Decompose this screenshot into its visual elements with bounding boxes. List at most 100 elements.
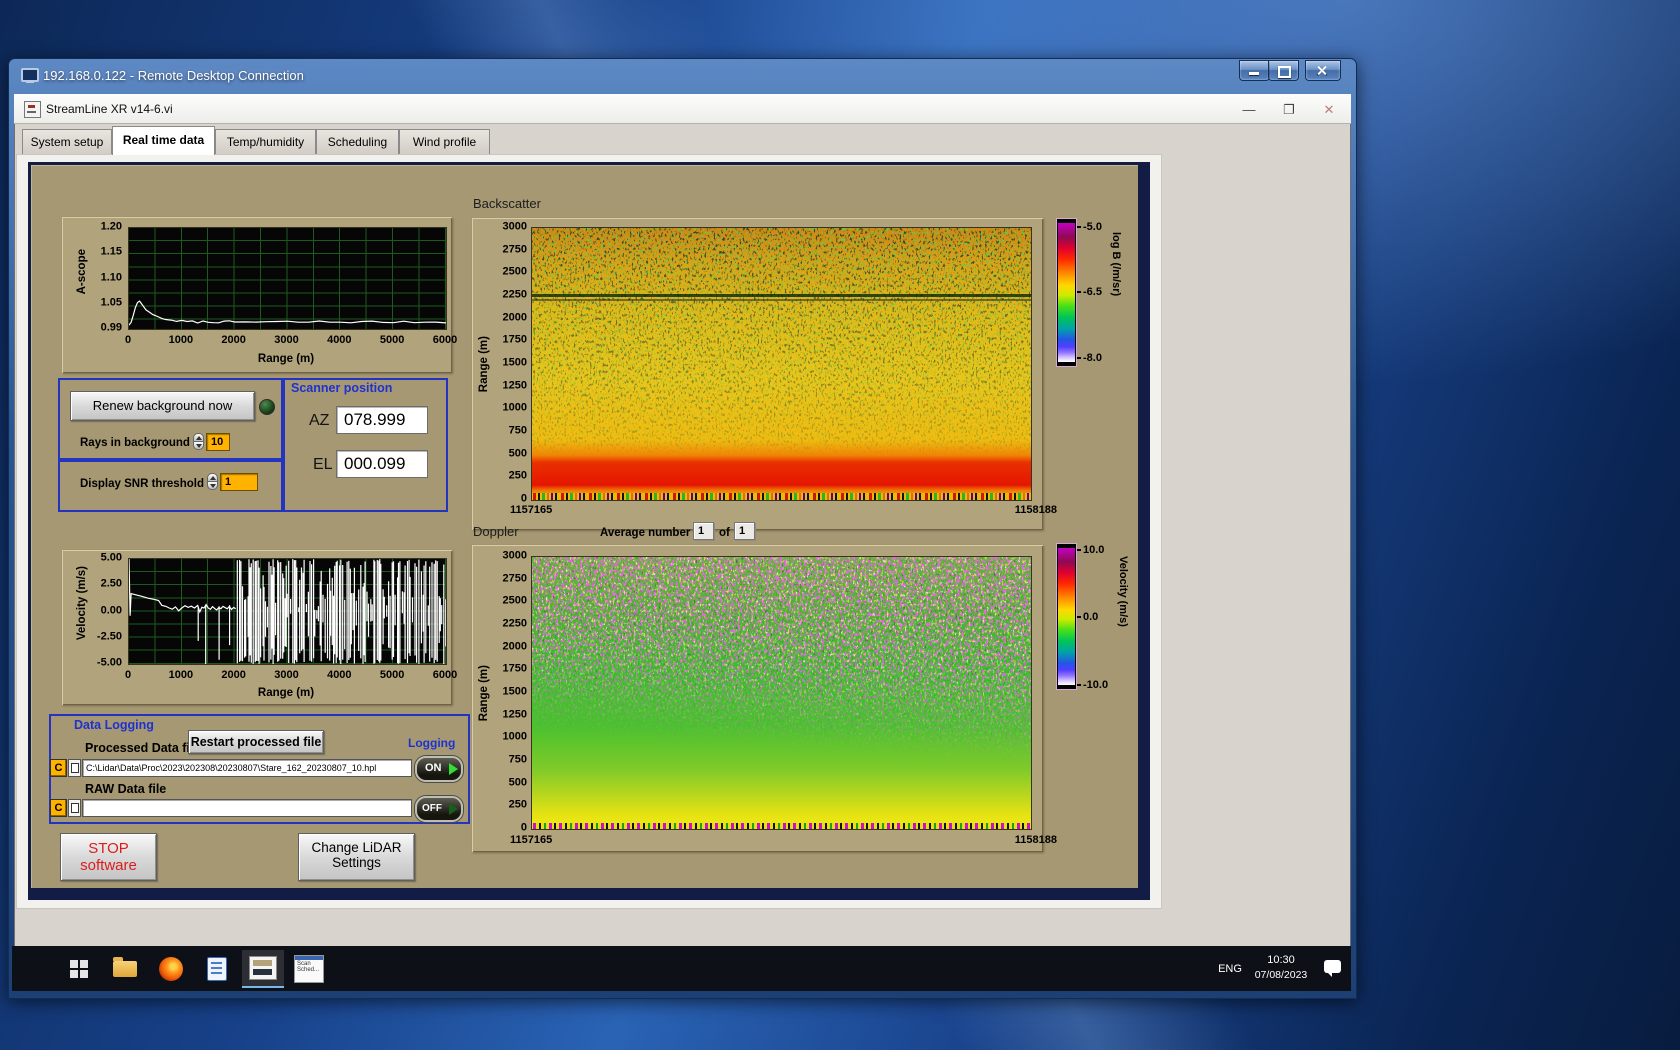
velocity-xtick-label: 3000: [274, 669, 299, 681]
data-logging-title: Data Logging: [74, 718, 154, 732]
backscatter-heatmap-image: [532, 228, 1031, 500]
Velocity-trace: [129, 559, 446, 664]
backscatter-ytick-label: 2000: [502, 311, 527, 324]
ascope-ytick-label: 0.99: [100, 321, 122, 334]
tab-real-time-data[interactable]: Real time data: [112, 126, 215, 155]
backscatter-ytick-label: 250: [508, 469, 527, 482]
doppler-colorbar: [1056, 543, 1077, 690]
raw-logging-toggle[interactable]: OFF: [415, 796, 463, 822]
backscatter-ytick-label: 1750: [502, 333, 527, 346]
vi-restore-button[interactable]: ❐: [1276, 102, 1302, 118]
backscatter-ytick-label: 0: [520, 492, 527, 505]
rays-value-field[interactable]: 10: [206, 433, 230, 451]
processed-drive-selector[interactable]: C: [50, 759, 67, 777]
desktop: 192.168.0.122 - Remote Desktop Connectio…: [0, 0, 1680, 1050]
ascope-xtick-label: 3000: [274, 334, 299, 346]
notepad-button[interactable]: [196, 950, 238, 988]
backscatter-cb-min-label: -8.0: [1083, 352, 1102, 364]
doppler-ytick-label: 3000: [502, 549, 527, 562]
doppler-ytick-label: 500: [508, 776, 527, 789]
doppler-ytick-label: 1000: [502, 730, 527, 743]
start-button[interactable]: [58, 950, 100, 988]
ascope-plot-area: [128, 227, 447, 330]
average-number-label: Average number: [600, 527, 691, 539]
velocity-xtick-label: 4000: [327, 669, 352, 681]
renew-background-button[interactable]: Renew background now: [70, 391, 255, 421]
doppler-ytick-label: 2750: [502, 572, 527, 585]
tab-system-setup[interactable]: System setup: [22, 129, 112, 155]
change-line2: Settings: [332, 855, 381, 870]
scan-scheduler-button[interactable]: Scan Sched...: [288, 950, 330, 988]
doppler-ytick-label: 250: [508, 798, 527, 811]
rdp-maximize-button[interactable]: [1268, 60, 1299, 81]
average-current-field[interactable]: 1: [693, 522, 714, 540]
clock[interactable]: 10:30 07/08/2023: [1248, 953, 1314, 983]
doppler-x-end-label: 1158188: [1014, 834, 1057, 846]
ascope-ytick-label: 1.10: [100, 271, 122, 283]
colorbar-tick: [1077, 684, 1081, 686]
tab-wind-profile[interactable]: Wind profile: [399, 129, 490, 155]
backscatter-cb-mid-label: -6.5: [1083, 286, 1102, 298]
raw-browse-icon[interactable]: [68, 799, 81, 817]
restart-processed-file-button[interactable]: Restart processed file: [188, 730, 324, 754]
az-value-indicator: 078.999: [336, 406, 428, 434]
backscatter-ytick-label: 1500: [502, 356, 527, 369]
rays-in-background-label: Rays in background: [80, 437, 190, 449]
raw-drive-selector[interactable]: C: [50, 799, 67, 817]
streamline-app-button[interactable]: [242, 950, 284, 988]
velocity-xtick-label: 2000: [221, 669, 246, 681]
backscatter-cb-title: log B (/m/sr): [1110, 232, 1122, 297]
logging-label: Logging: [408, 736, 456, 750]
vi-close-button[interactable]: ✕: [1316, 102, 1342, 118]
az-label: AZ: [309, 412, 330, 429]
rdp-close-button[interactable]: [1305, 60, 1341, 81]
backscatter-ytick-label: 2750: [502, 243, 527, 256]
language-indicator[interactable]: ENG: [1210, 946, 1250, 991]
vi-minimize-button[interactable]: —: [1236, 102, 1262, 117]
firefox-button[interactable]: [150, 950, 192, 988]
ascope-xtick-label: 2000: [221, 334, 246, 346]
ascope-xtick-label: 1000: [168, 334, 194, 346]
ascope-ytick-label: 1.15: [100, 245, 122, 258]
snr-threshold-label: Display SNR threshold: [80, 478, 204, 490]
tab-temp-humidity[interactable]: Temp/humidity: [215, 129, 316, 155]
tab-scheduling[interactable]: Scheduling: [316, 129, 399, 155]
rays-spinner[interactable]: [193, 433, 204, 451]
backscatter-ytick-label: 2250: [502, 288, 527, 301]
velocity-xtick-label: 6000: [432, 669, 458, 681]
doppler-ytick-label: 2250: [502, 617, 527, 630]
processed-path-field[interactable]: C:\Lidar\Data\Proc\2023\202308\20230807\…: [82, 759, 412, 777]
decrement-icon[interactable]: [207, 481, 218, 490]
scanner-position-title: Scanner position: [291, 381, 393, 395]
raw-path-field[interactable]: [82, 799, 412, 817]
processed-browse-icon[interactable]: [68, 759, 81, 777]
rdp-minimize-button[interactable]: [1239, 60, 1270, 81]
off-label: OFF: [422, 803, 442, 814]
ascope-xtick-label: 6000: [432, 334, 458, 346]
decrement-icon[interactable]: [193, 441, 204, 450]
minimize-icon: [1249, 72, 1259, 75]
firefox-icon: [159, 957, 183, 981]
streamline-app-icon: [249, 956, 277, 980]
rdp-window-title: 192.168.0.122 - Remote Desktop Connectio…: [43, 68, 304, 83]
doppler-ytick-label: 750: [508, 753, 527, 766]
velocity-ytick-label: 0.00: [100, 604, 122, 616]
velocity-ytick-label: 2.50: [100, 577, 122, 590]
backscatter-x-end-label: 1158188: [1014, 504, 1057, 516]
stop-software-button[interactable]: STOP software: [60, 833, 157, 881]
backscatter-x-start-label: 1157165: [510, 504, 553, 516]
processed-logging-toggle[interactable]: ON: [415, 756, 463, 782]
snr-value-field[interactable]: 1: [220, 473, 258, 491]
file-explorer-button[interactable]: [104, 950, 146, 988]
snr-spinner[interactable]: [207, 473, 218, 491]
change-lidar-settings-button[interactable]: Change LiDAR Settings: [298, 833, 415, 881]
stop-line1: STOP: [88, 840, 129, 857]
average-total-field[interactable]: 1: [734, 522, 755, 540]
document-icon: [207, 957, 227, 981]
colorbar-tick: [1077, 616, 1081, 618]
doppler-x-start-label: 1157165: [510, 834, 553, 846]
rdp-computer-icon: [21, 68, 39, 84]
notification-chat-icon[interactable]: [1324, 960, 1341, 977]
taskbar: Scan Sched... ENG 10:30 07/08/2023: [12, 946, 1351, 991]
doppler-ytick-label: 1250: [502, 708, 527, 721]
